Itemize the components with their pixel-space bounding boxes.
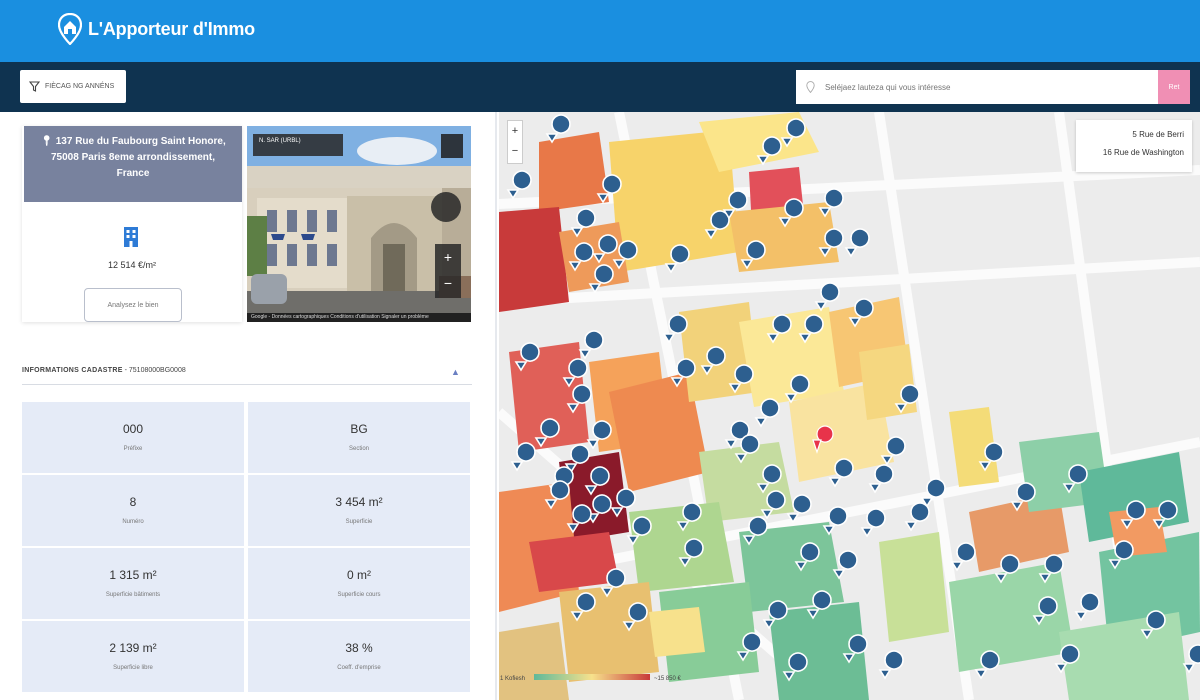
map-street-labels: 5 Rue de Berri 16 Rue de Washington <box>1076 120 1192 172</box>
legend-bar: 1 Kofiesh ~15 850 € <box>500 674 682 682</box>
cell-label: Préfixe <box>123 446 143 452</box>
fullscreen-icon[interactable] <box>441 134 463 158</box>
search-input[interactable] <box>825 82 1125 92</box>
street-view-zoom[interactable]: + − <box>435 244 461 298</box>
filters-label: FIÈCAG NG ANNÉNS <box>45 83 115 90</box>
street-view[interactable]: N. SAR (URBL) + − Google - Données cartog… <box>247 126 471 322</box>
cadastre-cell: 1 315 m² Superficie bâtiments <box>22 548 244 619</box>
cell-label: Coeff. d'emprise <box>337 665 381 671</box>
cell-value: 0 m² <box>347 568 371 582</box>
cadastre-cell: BG Section <box>248 402 470 473</box>
cell-label: Numéro <box>122 519 144 525</box>
building-icon <box>124 227 138 247</box>
property-card: 📍︎ 137 Rue du Faubourg Saint Honore, 750… <box>22 126 242 322</box>
cadastre-cell: 8 Numéro <box>22 475 244 546</box>
house-pin-logo-icon <box>58 13 82 45</box>
legend-min: 1 Kofiesh <box>500 676 525 682</box>
legend-max: ~15 850 € <box>654 676 682 682</box>
cadastre-cell: 3 454 m² Superficie <box>248 475 470 546</box>
brand[interactable]: L'Apporteur d'Immo <box>58 12 255 46</box>
top-header: L'Apporteur d'Immo <box>0 0 1200 62</box>
search-button[interactable]: Ret <box>1158 70 1190 104</box>
compass-icon[interactable] <box>431 192 461 222</box>
divider <box>22 384 472 385</box>
cell-label: Superficie bâtiments <box>105 592 161 598</box>
cadastre-grid: 000 Préfixe BG Section 8 Numéro 3 454 m² Sup… <box>22 402 470 692</box>
cell-label: Superficie <box>345 519 373 525</box>
street-view-footer: Google - Données cartographiques Conditi… <box>247 313 471 322</box>
map-canvas <box>499 112 1200 700</box>
price-per-m2: 12 514 €/m² <box>107 260 157 270</box>
street-label: 16 Rue de Washington <box>1102 148 1184 157</box>
chevron-up-icon[interactable]: ▲ <box>451 367 460 377</box>
cell-value: 000 <box>122 422 144 436</box>
property-address-header: 📍︎ 137 Rue du Faubourg Saint Honore, 750… <box>24 126 242 202</box>
location-pin-icon <box>806 81 815 93</box>
filter-icon <box>29 81 40 92</box>
price-legend: 1 Kofiesh ~15 850 € <box>498 671 698 683</box>
cell-label: Section <box>348 446 369 452</box>
map-marker-icon: 📍︎ <box>40 136 53 147</box>
cadastre-title: INFORMATIONS CADASTRE - 75108000BG0008 <box>22 367 186 374</box>
filters-button[interactable]: FIÈCAG NG ANNÉNS <box>20 70 126 103</box>
street-label: 5 Rue de Berri <box>1132 130 1184 139</box>
cell-value: BG <box>350 422 368 436</box>
property-panel: 📍︎ 137 Rue du Faubourg Saint Honore, 750… <box>0 112 497 700</box>
cadastre-cell: 000 Préfixe <box>22 402 244 473</box>
cell-value: 3 454 m² <box>335 495 383 509</box>
cell-label: Superficie libre <box>113 665 153 671</box>
cell-value: 8 <box>129 495 137 509</box>
cell-label: Superficie cours <box>337 592 381 598</box>
toolbar: FIÈCAG NG ANNÉNS Ret <box>0 62 1200 112</box>
street-view-label: N. SAR (URBL) <box>253 134 343 156</box>
cadastre-cell: 2 139 m² Superficie libre <box>22 621 244 692</box>
cell-value: 2 139 m² <box>109 641 157 655</box>
cell-value: 38 % <box>345 641 373 655</box>
cadastre-cell: 0 m² Superficie cours <box>248 548 470 619</box>
cell-value: 1 315 m² <box>109 568 157 582</box>
cadastre-cell: 38 % Coeff. d'emprise <box>248 621 470 692</box>
map-zoom-controls[interactable]: + − <box>507 120 523 164</box>
analyse-button[interactable]: Analysez le bien <box>84 288 182 322</box>
cadastre-id: - 75108000BG0008 <box>124 367 186 374</box>
property-address: 137 Rue du Faubourg Saint Honore, 75008 … <box>51 136 226 179</box>
app-title: L'Apporteur d'Immo <box>88 18 255 39</box>
cadastre-heading: INFORMATIONS CADASTRE <box>22 367 123 374</box>
address-search[interactable] <box>796 70 1158 104</box>
price-heatmap-map[interactable]: + − 5 Rue de Berri 16 Rue de Washington <box>499 112 1200 700</box>
